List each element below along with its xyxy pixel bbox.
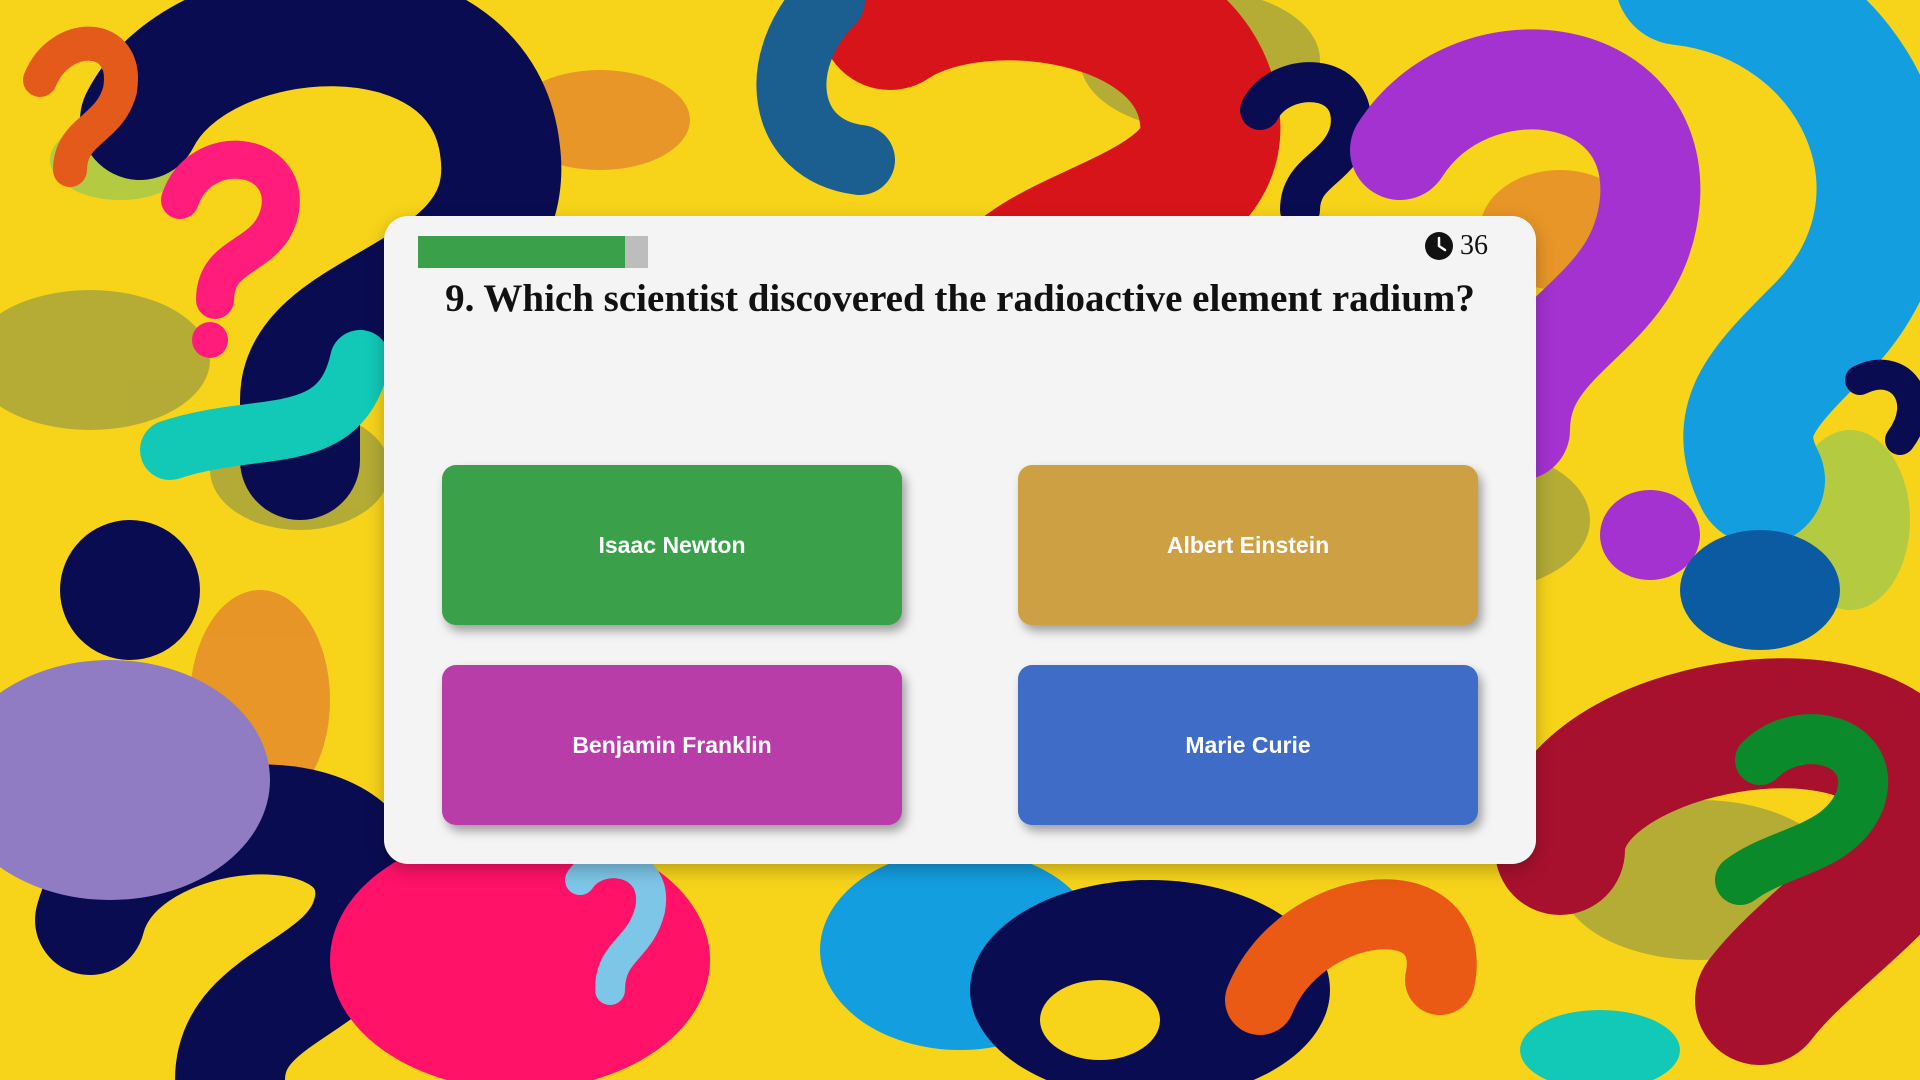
quiz-card: 36 9. Which scientist discovered the rad… xyxy=(384,216,1536,864)
answer-button-benjamin-franklin[interactable]: Benjamin Franklin xyxy=(442,665,902,825)
clock-icon xyxy=(1425,232,1453,260)
progress-bar xyxy=(418,236,648,268)
progress-bar-fill xyxy=(418,236,625,268)
timer: 36 xyxy=(1424,230,1488,262)
answer-button-isaac-newton[interactable]: Isaac Newton xyxy=(442,465,902,625)
answer-button-marie-curie[interactable]: Marie Curie xyxy=(1018,665,1478,825)
question-text: 9. Which scientist discovered the radioa… xyxy=(445,277,1475,320)
answer-button-albert-einstein[interactable]: Albert Einstein xyxy=(1018,465,1478,625)
timer-value: 36 xyxy=(1460,230,1488,261)
answer-grid: Isaac Newton Albert Einstein Benjamin Fr… xyxy=(442,465,1478,825)
